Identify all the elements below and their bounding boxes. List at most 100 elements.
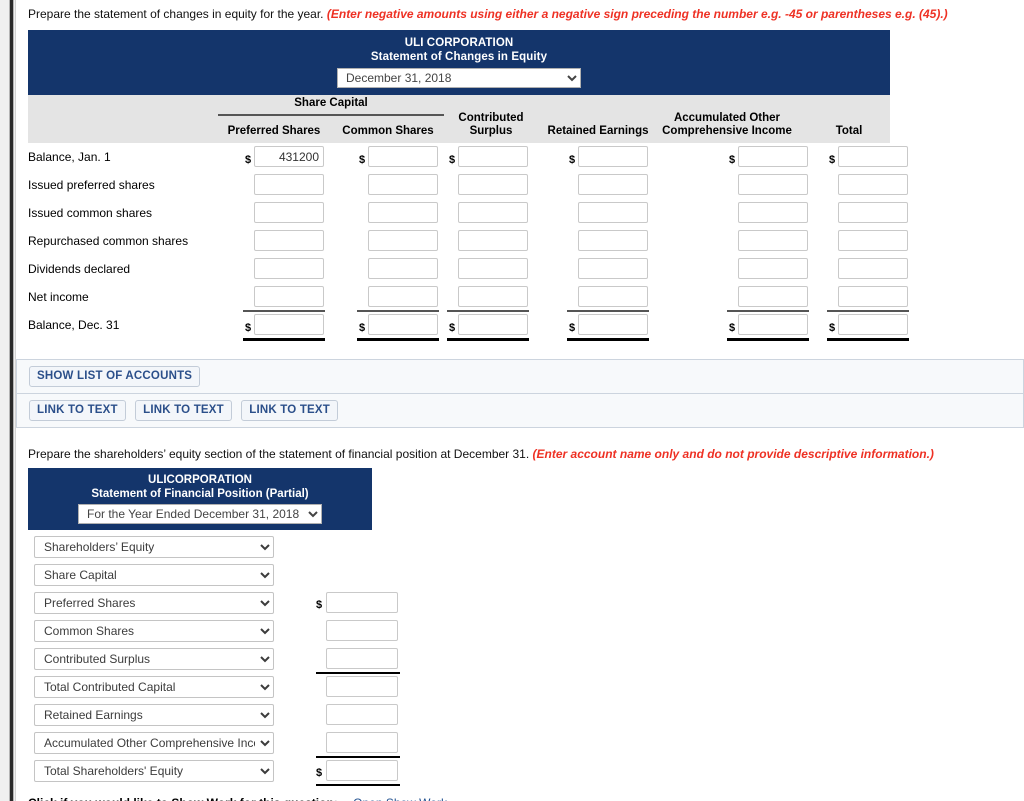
currency-symbol: $ [829,322,836,334]
sfp-account-select[interactable]: Shareholders’ EquityShare CapitalPreferr… [34,648,274,670]
sce-cell-total [838,286,908,307]
sfp-amount-cell [326,704,398,725]
sce-input-preferred-shares[interactable] [254,146,324,167]
sce-input-total[interactable] [838,258,908,279]
sce-input-common-shares[interactable] [368,230,438,251]
sce-input-accumulated-oci[interactable] [738,230,808,251]
sce-cell-retained-earnings [578,202,648,223]
sce-input-preferred-shares[interactable] [254,202,324,223]
sfp-account-select[interactable]: Shareholders’ EquityShare CapitalPreferr… [34,732,274,754]
sfp-amount-cell [326,676,398,697]
sfp-account-select[interactable]: Shareholders’ EquityShare CapitalPreferr… [34,536,274,558]
sce-input-retained-earnings[interactable] [578,202,648,223]
currency-symbol: $ [729,154,736,166]
sce-row-label: Balance, Dec. 31 [28,318,120,332]
sce-cell-contributed-surplus: $ [449,146,528,167]
scrollbar-thumb[interactable] [10,0,13,801]
sce-input-common-shares[interactable] [368,202,438,223]
sce-input-contributed-surplus[interactable] [458,174,528,195]
sce-input-total[interactable] [838,286,908,307]
sce-statement-title: Statement of Changes in Equity [370,51,548,63]
sce-cell-total [838,174,908,195]
sce-input-accumulated-oci[interactable] [738,174,808,195]
spacer-after-table-1 [16,341,1024,359]
sce-row-label: Balance, Jan. 1 [28,150,111,164]
sce-input-accumulated-oci[interactable] [738,202,808,223]
link-to-text-button-1[interactable]: LINK TO TEXT [29,400,126,421]
sce-input-common-shares[interactable] [368,174,438,195]
sfp-statement-title: Statement of Financial Position (Partial… [91,488,309,500]
sfp-amount-input[interactable] [326,620,398,641]
sce-cell-retained-earnings [578,174,648,195]
sce-input-contributed-surplus[interactable] [458,202,528,223]
link-to-text-button-3[interactable]: LINK TO TEXT [241,400,339,421]
sfp-row: Shareholders’ EquityShare CapitalPreferr… [28,590,548,618]
sfp-account-select[interactable]: Shareholders’ EquityShare CapitalPreferr… [34,564,274,586]
sce-input-retained-earnings[interactable] [578,174,648,195]
sfp-account-select[interactable]: Shareholders’ EquityShare CapitalPreferr… [34,704,274,726]
sfp-amount-input[interactable] [326,732,398,753]
instruction-1-note: (Enter negative amounts using either a n… [326,7,948,21]
sce-input-total[interactable] [838,174,908,195]
sce-cell-retained-earnings: $ [569,146,648,167]
sfp-account-select[interactable]: Shareholders’ EquityShare CapitalPreferr… [34,620,274,642]
currency-symbol: $ [829,154,836,166]
sce-input-retained-earnings[interactable] [578,314,648,335]
sce-col-retained-earnings: Retained Earnings [547,125,649,137]
instruction-line-2: Prepare the shareholders’ equity section… [16,440,1024,462]
sce-input-total[interactable] [838,202,908,223]
sfp-amount-input[interactable] [326,704,398,725]
sce-input-retained-earnings[interactable] [578,258,648,279]
sce-input-common-shares[interactable] [368,146,438,167]
sce-input-common-shares[interactable] [368,286,438,307]
sce-cell-preferred-shares: $ [245,314,324,335]
sce-input-retained-earnings[interactable] [578,146,648,167]
sce-input-retained-earnings[interactable] [578,230,648,251]
sce-input-total[interactable] [838,314,908,335]
sce-input-preferred-shares[interactable] [254,286,324,307]
sfp-amount-input[interactable] [326,648,398,669]
sce-total-rule-bottom [727,338,809,341]
sfp-account-select[interactable]: Shareholders’ EquityShare CapitalPreferr… [34,676,274,698]
open-show-work-link[interactable]: Open Show Work [353,796,447,801]
sce-input-accumulated-oci[interactable] [738,258,808,279]
sfp-account-select[interactable]: Shareholders’ EquityShare CapitalPreferr… [34,592,274,614]
sce-period-select[interactable]: December 31, 2018For the Year Ended Dece… [337,68,581,88]
sfp-amount-input[interactable] [326,676,398,697]
sce-input-total[interactable] [838,146,908,167]
sce-subtotal-rule-top [727,310,809,312]
sce-cell-accumulated-oci [738,230,808,251]
sce-input-total[interactable] [838,230,908,251]
sce-input-retained-earnings[interactable] [578,286,648,307]
sce-input-preferred-shares[interactable] [254,230,324,251]
sce-input-contributed-surplus[interactable] [458,146,528,167]
sce-input-common-shares[interactable] [368,314,438,335]
sfp-period-select[interactable]: For the Year Ended December 31, 2018Dece… [78,504,322,524]
sce-input-common-shares[interactable] [368,258,438,279]
sfp-row: Shareholders’ EquityShare CapitalPreferr… [28,534,548,562]
sfp-account-select[interactable]: Shareholders’ EquityShare CapitalPreferr… [34,760,274,782]
currency-symbol: $ [316,599,323,611]
sce-row: Net income [28,283,908,311]
sce-input-preferred-shares[interactable] [254,174,324,195]
link-to-text-button-2[interactable]: LINK TO TEXT [135,400,232,421]
show-list-of-accounts-button[interactable]: SHOW LIST OF ACCOUNTS [29,366,201,387]
sce-input-accumulated-oci[interactable] [738,146,808,167]
sce-input-contributed-surplus[interactable] [458,258,528,279]
sfp-statement-header: ULICORPORATION Statement of Financial Po… [28,468,372,530]
sce-input-accumulated-oci[interactable] [738,314,808,335]
accounts-button-bar: SHOW LIST OF ACCOUNTS [16,359,1024,393]
sfp-amount-input[interactable] [326,592,398,613]
page-scrollbar[interactable] [0,0,16,801]
sce-input-accumulated-oci[interactable] [738,286,808,307]
currency-symbol: $ [359,322,366,334]
sce-input-contributed-surplus[interactable] [458,286,528,307]
sce-input-preferred-shares[interactable] [254,314,324,335]
main-content: Prepare the statement of changes in equi… [16,0,1024,801]
sce-input-preferred-shares[interactable] [254,258,324,279]
sfp-amount-cell [326,732,398,753]
sce-input-contributed-surplus[interactable] [458,314,528,335]
sce-input-contributed-surplus[interactable] [458,230,528,251]
sce-row: Issued common shares [28,199,908,227]
sfp-amount-input[interactable] [326,760,398,781]
